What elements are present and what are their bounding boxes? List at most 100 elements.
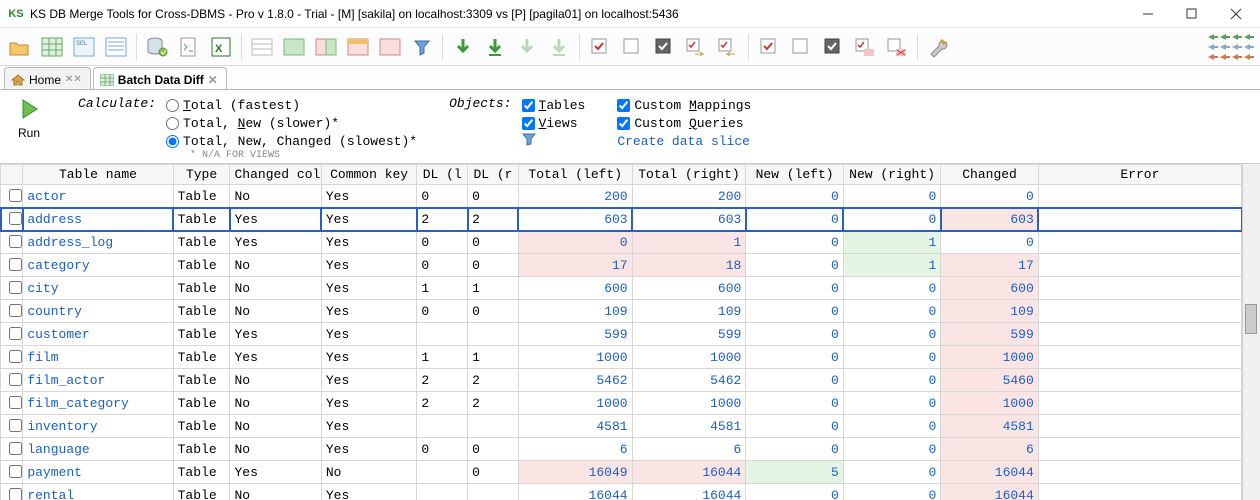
check-red-icon[interactable] xyxy=(586,33,614,61)
radio-total-new-changed[interactable] xyxy=(166,135,179,148)
arrow-down-dim-1-icon[interactable] xyxy=(513,33,541,61)
row-checkbox[interactable] xyxy=(9,419,22,432)
database-icon[interactable] xyxy=(143,33,171,61)
table-row[interactable]: countryTableNoYes0010910900109 xyxy=(1,300,1242,323)
column-header[interactable]: DL (l xyxy=(417,165,468,185)
check-custom-mappings-label: Custom Mappings xyxy=(634,98,751,113)
close-button[interactable] xyxy=(1214,1,1258,27)
radio-total-label: Total (fastest) xyxy=(183,98,300,113)
table-row[interactable]: film_categoryTableNoYes2210001000001000 xyxy=(1,392,1242,415)
row-checkbox[interactable] xyxy=(9,442,22,455)
grid-icon xyxy=(100,74,114,86)
column-header[interactable] xyxy=(1,165,23,185)
filter-small-icon[interactable] xyxy=(522,132,536,150)
arrow-down-2-icon[interactable] xyxy=(481,33,509,61)
table-row[interactable]: actorTableNoYes00200200000 xyxy=(1,185,1242,208)
table-pink-icon[interactable] xyxy=(376,33,404,61)
maximize-button[interactable] xyxy=(1170,1,1214,27)
radio-total[interactable] xyxy=(166,99,179,112)
open-folder-icon[interactable] xyxy=(6,33,34,61)
objects-label: Objects: xyxy=(449,96,511,150)
pin-icon[interactable]: ✕✕ xyxy=(65,74,82,85)
check-arrow-2-icon[interactable] xyxy=(714,33,742,61)
table-row[interactable]: paymentTableYesNo016049160445016044 xyxy=(1,461,1242,484)
check-pink-icon[interactable] xyxy=(851,33,879,61)
tab-strip: Home ✕✕ Batch Data Diff ✕ xyxy=(0,66,1260,90)
svg-text:X: X xyxy=(215,43,223,55)
column-header[interactable]: DL (r xyxy=(468,165,519,185)
column-header[interactable]: Changed xyxy=(941,165,1038,185)
column-header[interactable]: New (left) xyxy=(746,165,843,185)
arrow-down-1-icon[interactable] xyxy=(449,33,477,61)
minimize-button[interactable] xyxy=(1126,1,1170,27)
column-header[interactable]: Total (right) xyxy=(632,165,746,185)
options-panel: Run Calculate: Total (fastest) Total, Ne… xyxy=(0,90,1260,163)
row-checkbox[interactable] xyxy=(9,235,22,248)
row-checkbox[interactable] xyxy=(9,488,22,500)
vertical-scrollbar[interactable] xyxy=(1242,164,1260,500)
table-row[interactable]: filmTableYesYes1110001000001000 xyxy=(1,346,1242,369)
row-checkbox[interactable] xyxy=(9,304,22,317)
table-plain-icon[interactable] xyxy=(248,33,276,61)
app-icon: KS xyxy=(8,6,24,22)
uncheck-2-icon[interactable] xyxy=(787,33,815,61)
row-checkbox[interactable] xyxy=(9,327,22,340)
check-red-2-icon[interactable] xyxy=(755,33,783,61)
check-dark-2-icon[interactable] xyxy=(819,33,847,61)
table-row[interactable]: customerTableYesYes59959900599 xyxy=(1,323,1242,346)
column-header[interactable]: Type xyxy=(173,165,230,185)
check-tables-label: Tables xyxy=(539,98,586,113)
list-icon[interactable] xyxy=(102,33,130,61)
column-header[interactable]: Table name xyxy=(23,165,173,185)
uncheck-icon[interactable] xyxy=(618,33,646,61)
radio-total-new[interactable] xyxy=(166,117,179,130)
table-orange-icon[interactable] xyxy=(344,33,372,61)
table-green-icon[interactable] xyxy=(280,33,308,61)
table-row[interactable]: languageTableNoYes0066006 xyxy=(1,438,1242,461)
script-icon[interactable] xyxy=(175,33,203,61)
table-row[interactable]: addressTableYesYes2260360300603 xyxy=(1,208,1242,231)
table-row[interactable]: rentalTableNoYes16044160440016044 xyxy=(1,484,1242,500)
column-header[interactable]: Error xyxy=(1038,165,1241,185)
row-checkbox[interactable] xyxy=(9,350,22,363)
filter-icon[interactable] xyxy=(408,33,436,61)
check-views[interactable] xyxy=(522,117,535,130)
check-arrow-1-icon[interactable] xyxy=(682,33,710,61)
tab-batch-data-diff[interactable]: Batch Data Diff ✕ xyxy=(93,67,227,89)
table-row[interactable]: address_logTableYesYes0001010 xyxy=(1,231,1242,254)
table-row[interactable]: cityTableNoYes1160060000600 xyxy=(1,277,1242,300)
merge-arrows-icon[interactable] xyxy=(1206,33,1254,61)
table-row[interactable]: film_actorTableNoYes2254625462005460 xyxy=(1,369,1242,392)
row-checkbox[interactable] xyxy=(9,373,22,386)
check-custom-queries[interactable] xyxy=(617,117,630,130)
tab-home[interactable]: Home ✕✕ xyxy=(4,67,91,89)
excel-icon[interactable]: X xyxy=(207,33,235,61)
row-checkbox[interactable] xyxy=(9,465,22,478)
close-icon[interactable]: ✕ xyxy=(208,73,218,87)
column-header[interactable]: Changed col xyxy=(230,165,321,185)
tools-icon[interactable] xyxy=(924,33,952,61)
table-row[interactable]: categoryTableNoYes0017180117 xyxy=(1,254,1242,277)
check-custom-mappings[interactable] xyxy=(617,99,630,112)
row-checkbox[interactable] xyxy=(9,212,22,225)
check-dark-icon[interactable] xyxy=(650,33,678,61)
uncheck-pink-icon[interactable] xyxy=(883,33,911,61)
run-icon[interactable] xyxy=(19,98,39,124)
column-header[interactable]: Common key xyxy=(321,165,416,185)
tab-batch-label: Batch Data Diff xyxy=(118,73,204,87)
row-checkbox[interactable] xyxy=(9,281,22,294)
column-header[interactable]: Total (left) xyxy=(518,165,632,185)
grid-green-icon[interactable] xyxy=(38,33,66,61)
check-tables[interactable] xyxy=(522,99,535,112)
arrow-down-dim-2-icon[interactable] xyxy=(545,33,573,61)
row-checkbox[interactable] xyxy=(9,258,22,271)
row-checkbox[interactable] xyxy=(9,189,22,202)
table-split-icon[interactable] xyxy=(312,33,340,61)
column-header[interactable]: New (right) xyxy=(843,165,940,185)
create-data-slice-link[interactable]: Create data slice xyxy=(617,134,750,149)
table-row[interactable]: inventoryTableNoYes45814581004581 xyxy=(1,415,1242,438)
tab-home-label: Home xyxy=(29,73,61,87)
row-checkbox[interactable] xyxy=(9,396,22,409)
select-icon[interactable]: SEL xyxy=(70,33,98,61)
titlebar: KS KS DB Merge Tools for Cross-DBMS - Pr… xyxy=(0,0,1260,28)
